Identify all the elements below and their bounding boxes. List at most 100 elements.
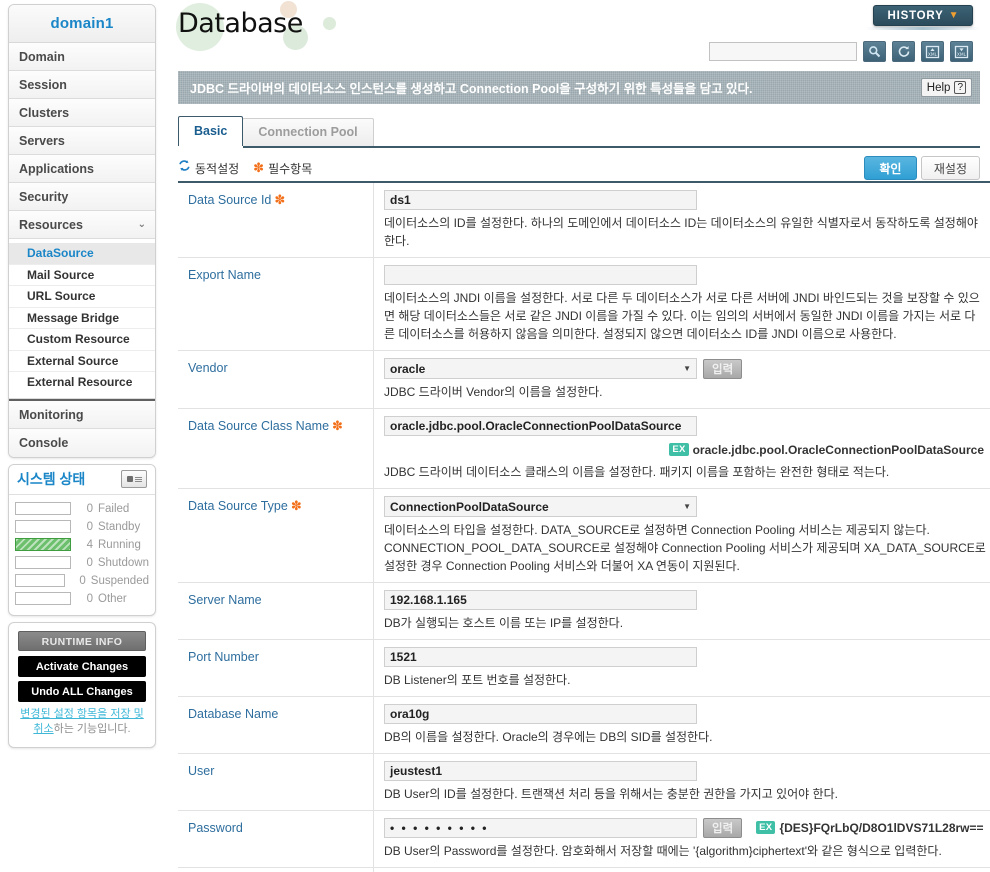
- page-titlebar: Database HISTORY ▼ XML XML: [168, 0, 990, 62]
- sidebar-subitem-external-resource[interactable]: External Resource: [9, 372, 155, 394]
- sidebar-item-resources[interactable]: Resources ⌄: [9, 211, 155, 239]
- form-row-description: JDBC 드라이버 Vendor의 이름을 설정한다.: [384, 385, 603, 399]
- sidebar-subitem-url-source[interactable]: URL Source: [9, 286, 155, 308]
- undo-all-changes-button[interactable]: Undo ALL Changes: [18, 680, 146, 702]
- sidebar-item-monitoring[interactable]: Monitoring: [9, 400, 155, 429]
- input-apply-button[interactable]: 입력: [703, 358, 743, 379]
- form-label-text: Export Name: [188, 268, 261, 282]
- form-row: Password • • • • • • • • • 입력 EX {DES}FQrLbQ…: [178, 811, 990, 868]
- form-control-row: oracle.jdbc.pool.OracleConnectionPoolDat…: [384, 416, 990, 436]
- sidebar-subitem-message-bridge[interactable]: Message Bridge: [9, 308, 155, 329]
- form-row-body: jeustest1 DB User의 ID를 설정한다. 트랜잭션 처리 등을 위…: [374, 754, 990, 810]
- sidebar-subitem-mail-source[interactable]: Mail Source: [9, 265, 155, 286]
- form-row-label: Data Source Id ✽: [178, 183, 374, 257]
- input-export-name[interactable]: [384, 265, 697, 285]
- form-row-description: DB Listener의 포트 번호를 설정한다.: [384, 673, 571, 687]
- search-icon[interactable]: [863, 41, 886, 62]
- status-bar-other: [15, 592, 71, 605]
- runtime-info-button[interactable]: RUNTIME INFO: [18, 630, 146, 651]
- status-label: Running: [98, 538, 141, 551]
- sidebar-item-domain[interactable]: Domain: [9, 43, 155, 71]
- xml-export-icon[interactable]: XML: [950, 41, 973, 62]
- sidebar-item-security[interactable]: Security: [9, 183, 155, 211]
- form-control-row: ds1: [384, 190, 990, 210]
- sidebar-item-applications[interactable]: Applications: [9, 155, 155, 183]
- main-content: Database HISTORY ▼ XML XML JDBC 드라이버의 데이…: [168, 0, 990, 872]
- form-row: Support Xa Emulation[default: false] Con…: [178, 868, 990, 872]
- sidebar-item-label: Resources: [19, 218, 83, 232]
- sidebar-nav-card: domain1 Domain Session Clusters Servers Appl…: [8, 4, 156, 458]
- input-database-name[interactable]: ora10g: [384, 704, 697, 724]
- example-inline: EX {DES}FQrLbQ/D8O1lDVS71L28rw==: [756, 819, 984, 837]
- status-bar-standby: [15, 520, 71, 533]
- input-data-source-class-name[interactable]: oracle.jdbc.pool.OracleConnectionPoolDat…: [384, 416, 697, 436]
- sidebar-subitem-custom-resource[interactable]: Custom Resource: [9, 329, 155, 351]
- legend-dynamic-label: 동적설정: [195, 161, 240, 176]
- question-mark-icon: ?: [954, 81, 966, 94]
- form-row: Port Number 1521 DB Listener의 포트 번호를 설정한다.: [178, 640, 990, 697]
- sidebar-item-clusters[interactable]: Clusters: [9, 99, 155, 127]
- sidebar-item-console[interactable]: Console: [9, 428, 155, 457]
- input-server-name[interactable]: 192.168.1.165: [384, 590, 697, 610]
- xml-import-icon[interactable]: XML: [921, 41, 944, 62]
- input-user[interactable]: jeustest1: [384, 761, 697, 781]
- form-row-label: Support Xa Emulation: [178, 868, 374, 872]
- example-text: oracle.jdbc.pool.OracleConnectionPoolDat…: [692, 442, 984, 457]
- system-status-row: 4 Running: [15, 536, 149, 554]
- input-password[interactable]: • • • • • • • • •: [384, 818, 697, 838]
- example-text: {DES}FQrLbQ/D8O1lDVS71L28rw==: [779, 820, 984, 835]
- select-data-source-type[interactable]: ConnectionPoolDataSource ▼: [384, 496, 697, 517]
- confirm-button[interactable]: 확인: [863, 156, 917, 180]
- form-control-row: • • • • • • • • • 입력 EX {DES}FQrLbQ/D8O1lDV…: [384, 818, 990, 838]
- chevron-down-icon: ▼: [948, 10, 959, 21]
- monitor-icon[interactable]: [121, 470, 147, 488]
- form-control-row: [384, 265, 990, 285]
- system-status-row: 0 Shutdown: [15, 554, 149, 572]
- input-data-source-id[interactable]: ds1: [384, 190, 697, 210]
- history-button[interactable]: HISTORY ▼: [873, 5, 973, 26]
- tab-connection-pool[interactable]: Connection Pool: [242, 118, 374, 146]
- form-row-body: ora10g DB의 이름을 설정한다. Oracle의 경우에는 DB의 SID…: [374, 697, 990, 753]
- refresh-icon[interactable]: [892, 41, 915, 62]
- form-row-body: oracle ▼ 입력 JDBC 드라이버 Vendor의 이름을 설정한다.: [374, 351, 990, 408]
- help-button[interactable]: Help ?: [920, 78, 972, 97]
- form-row-description: 데이터소스의 ID를 설정한다. 하나의 도메인에서 데이터소스 ID는 데이터…: [384, 216, 978, 248]
- form-row-body: oracle.jdbc.pool.OracleConnectionPoolDat…: [374, 409, 990, 488]
- legend-required: ✽ 필수항목: [253, 160, 312, 177]
- form-label-text: Vendor: [188, 361, 228, 375]
- reset-button[interactable]: 재설정: [920, 156, 980, 180]
- form-label-text: Server Name: [188, 593, 262, 607]
- runtime-note: 변경된 설정 항목을 저장 및 취소하는 기능입니다.: [18, 707, 146, 737]
- sidebar-subitem-datasource[interactable]: DataSource: [9, 243, 155, 265]
- sidebar-item-servers[interactable]: Servers: [9, 127, 155, 155]
- refresh-small-icon: [178, 159, 191, 177]
- status-count: 0: [86, 520, 93, 533]
- form-control-row: oracle ▼ 입력: [384, 358, 990, 379]
- form-row: Data Source Class Name ✽ oracle.jdbc.pool.…: [178, 409, 990, 489]
- required-asterisk-icon: ✽: [253, 160, 265, 175]
- status-count: 0: [86, 556, 93, 569]
- form-row-description: DB User의 Password를 설정한다. 암호화해서 저장할 때에는 '…: [384, 844, 942, 858]
- form-row-body: [default: false] Connection Pool 데이터소스 타…: [374, 868, 990, 872]
- sidebar-nav-list: Domain Session Clusters Servers Applications…: [9, 43, 155, 457]
- activate-changes-button[interactable]: Activate Changes: [18, 655, 146, 677]
- example-badge: EX: [669, 443, 689, 457]
- system-status-header: 시스템 상태: [9, 464, 155, 495]
- sidebar: domain1 Domain Session Clusters Servers Appl…: [8, 4, 156, 748]
- form-control-row: 1521: [384, 647, 990, 667]
- select-vendor[interactable]: oracle ▼: [384, 358, 697, 379]
- form-row: Export Name 데이터소스의 JNDI 이름을 설정한다. 서로 다른 두…: [178, 258, 990, 351]
- domain-title: domain1: [9, 5, 155, 43]
- chevron-down-icon: ▼: [683, 364, 691, 373]
- form-row-label: User: [178, 754, 374, 810]
- input-port-number[interactable]: 1521: [384, 647, 697, 667]
- search-input[interactable]: [709, 42, 857, 61]
- chevron-down-icon: ⌄: [137, 219, 146, 230]
- input-apply-button[interactable]: 입력: [703, 818, 743, 838]
- form-row-label: Export Name: [178, 258, 374, 350]
- tab-basic[interactable]: Basic: [178, 116, 244, 146]
- form-row: Vendor oracle ▼ 입력 JDBC 드라이버 Vendor의 이름을 설정한…: [178, 351, 990, 409]
- sidebar-subitem-external-source[interactable]: External Source: [9, 351, 155, 372]
- sidebar-item-session[interactable]: Session: [9, 71, 155, 99]
- form-row-label: Data Source Class Name ✽: [178, 409, 374, 488]
